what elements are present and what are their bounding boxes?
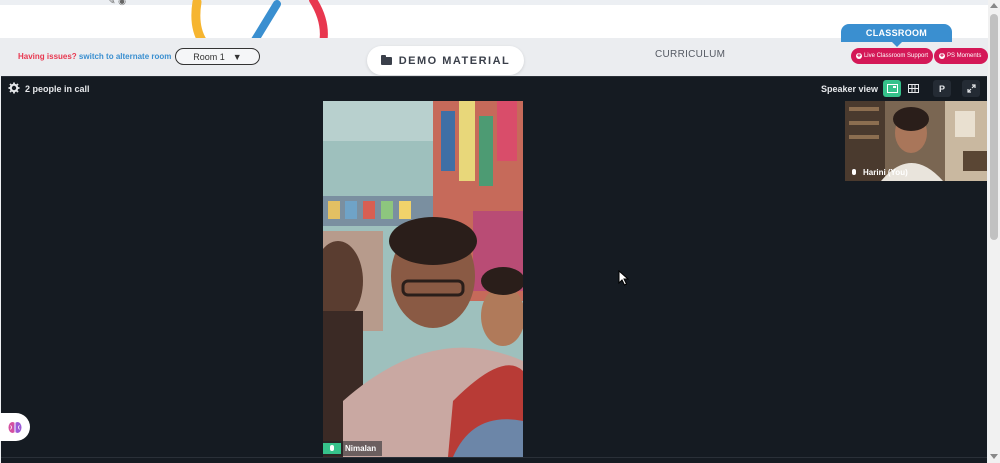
room-select-value: Room 1 [193, 51, 225, 62]
speaker-view-icon [886, 84, 898, 93]
brain-assistant-button[interactable] [0, 413, 30, 441]
fullscreen-button[interactable] [962, 80, 980, 97]
switch-room-link[interactable]: switch to alternate room [79, 52, 171, 61]
demo-material-label: DEMO MATERIAL [398, 54, 511, 67]
page-scrollbar[interactable] [988, 0, 1000, 463]
live-support-button[interactable]: ✚ Live Classroom Support [851, 48, 933, 64]
self-participant-name: Harini (You) [863, 168, 908, 177]
mic-icon [323, 443, 341, 454]
header-band: ✎ ◉ [0, 0, 988, 48]
pencil-icon[interactable]: ✎ [108, 0, 116, 6]
header-strip [0, 0, 988, 5]
issue-prefix: Having issues? [18, 52, 77, 61]
main-video-image [323, 101, 523, 457]
eye-icon[interactable]: ◉ [118, 0, 126, 6]
moments-button[interactable]: ✚ PS Moments [934, 48, 988, 64]
pin-button[interactable]: P [933, 80, 951, 97]
live-support-label: Live Classroom Support [863, 53, 928, 59]
call-footer-divider [1, 457, 987, 458]
classroom-page: ✎ ◉ Having issues? switch to alternate r… [0, 0, 1000, 463]
demo-material-button[interactable]: DEMO MATERIAL [367, 46, 524, 75]
scroll-down-icon[interactable] [990, 454, 998, 459]
grid-view-button[interactable] [904, 80, 922, 97]
mic-icon [849, 167, 859, 178]
cursor-icon [618, 270, 630, 286]
fullscreen-icon [966, 84, 976, 93]
main-video-feed[interactable] [323, 101, 523, 457]
brain-icon [8, 421, 22, 433]
support-icon: ✚ [856, 53, 862, 59]
caret-down-icon: ▼ [232, 51, 242, 62]
gear-icon[interactable] [8, 82, 20, 94]
curriculum-tab[interactable]: CURRICULUM [655, 49, 725, 60]
main-participant-name: Nimalan [345, 444, 377, 453]
speaker-view-button[interactable] [883, 80, 901, 97]
scroll-up-icon[interactable] [990, 3, 998, 8]
people-count: 2 people in call [25, 84, 90, 94]
moments-icon: ✚ [939, 53, 945, 59]
speaker-view-label: Speaker view [821, 84, 879, 94]
self-participant-tag: Harini (You) [849, 167, 908, 178]
video-call-panel: 2 people in call Speaker view P Nimalan … [1, 76, 987, 463]
call-header: 2 people in call Speaker view P [1, 77, 987, 101]
room-select[interactable]: Room 1 ▼ [175, 48, 260, 65]
issue-notice: Having issues? switch to alternate room [18, 52, 171, 61]
classroom-tab[interactable]: CLASSROOM [841, 24, 952, 47]
folder-icon [380, 54, 392, 65]
scroll-thumb[interactable] [990, 14, 998, 240]
main-participant-tag: Nimalan [323, 441, 383, 456]
moments-label: PS Moments [947, 53, 982, 59]
edit-tools[interactable]: ✎ ◉ [108, 0, 126, 7]
grid-view-icon [907, 84, 919, 93]
